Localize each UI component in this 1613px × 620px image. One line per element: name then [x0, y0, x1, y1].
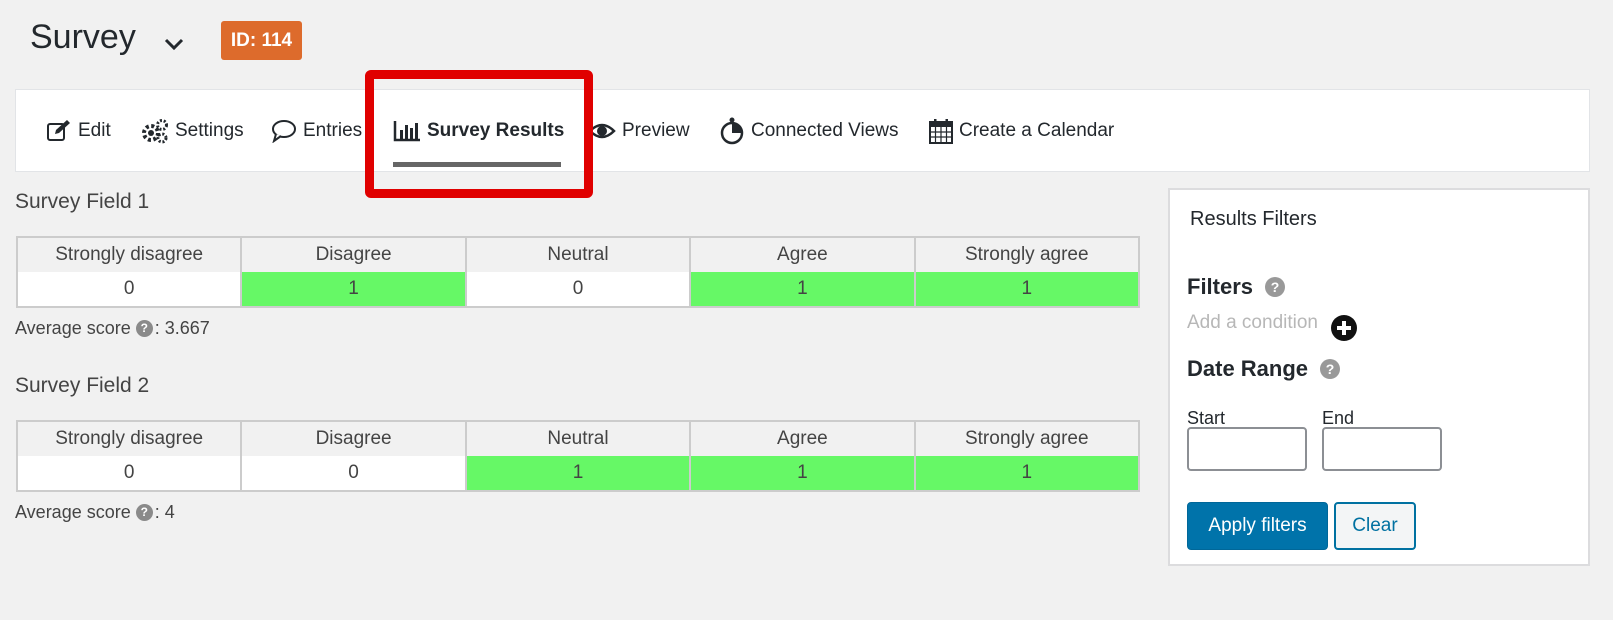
survey-field-2-title: Survey Field 2	[15, 374, 150, 397]
results-filters-panel: Results Filters Filters ? Add a conditio…	[1168, 188, 1590, 566]
tab-connected-views-label: Connected Views	[751, 119, 899, 141]
add-condition-label: Add a condition	[1187, 312, 1318, 333]
gears-icon	[142, 118, 168, 143]
count-cell: 1	[689, 456, 916, 492]
tab-connected-views[interactable]: Connected Views	[719, 90, 899, 171]
column-header: Disagree	[240, 236, 467, 272]
question-icon[interactable]: ?	[135, 320, 153, 337]
end-label: End	[1322, 408, 1355, 428]
question-icon[interactable]: ?	[135, 504, 153, 521]
tab-create-calendar-label: Create a Calendar	[959, 119, 1115, 141]
column-header: Disagree	[240, 420, 467, 456]
survey-field-1-table: Strongly disagree Disagree Neutral Agree…	[15, 236, 1141, 308]
count-cell: 1	[464, 456, 692, 492]
results-filters-title: Results Filters	[1190, 208, 1317, 230]
count-cell: 1	[689, 272, 916, 308]
chevron-down-icon[interactable]	[160, 30, 188, 58]
tab-entries-label: Entries	[303, 119, 363, 141]
tab-settings-label: Settings	[175, 119, 244, 141]
comment-icon	[272, 119, 296, 143]
count-cell: 0	[464, 272, 692, 308]
column-header: Agree	[689, 420, 916, 456]
eye-icon	[588, 123, 616, 138]
count-cell: 0	[15, 456, 243, 492]
form-nav-bar: Edit Settings Entries Survey Results Pre…	[15, 89, 1590, 172]
survey-field-2-table: Strongly disagree Disagree Neutral Agree…	[15, 420, 1141, 492]
survey-field-1-title: Survey Field 1	[15, 190, 150, 213]
clear-button[interactable]: Clear	[1334, 502, 1416, 550]
filters-heading: Filters ?	[1187, 274, 1287, 300]
column-header: Strongly agree	[913, 236, 1141, 272]
calendar-icon	[929, 118, 953, 144]
start-date-input[interactable]	[1187, 427, 1307, 471]
tab-settings[interactable]: Settings	[141, 90, 244, 171]
count-cell: 1	[913, 456, 1141, 492]
average-score-label: Average score	[15, 502, 131, 522]
column-header: Strongly disagree	[15, 420, 243, 456]
active-tab-indicator	[393, 162, 561, 167]
count-cell: 1	[240, 272, 467, 308]
tab-preview[interactable]: Preview	[588, 90, 690, 171]
column-header: Strongly agree	[913, 420, 1141, 456]
average-score-value: : 3.667	[154, 318, 210, 338]
connected-views-icon	[720, 117, 744, 144]
tab-survey-results-label: Survey Results	[427, 119, 565, 141]
id-badge: ID: 114	[221, 21, 302, 60]
tab-preview-label: Preview	[622, 119, 690, 141]
add-condition-plus-icon[interactable]	[1331, 315, 1357, 341]
start-label: Start	[1187, 408, 1226, 428]
count-cell: 0	[15, 272, 243, 308]
page-title: Survey	[30, 18, 136, 56]
average-score-label: Average score	[15, 318, 131, 338]
tab-edit[interactable]: Edit	[46, 90, 111, 171]
filters-heading-label: Filters	[1187, 274, 1254, 299]
question-icon[interactable]: ?	[1265, 277, 1286, 297]
bar-chart-icon	[393, 120, 420, 141]
edit-icon	[47, 119, 70, 141]
date-range-heading: Date Range ?	[1187, 356, 1342, 382]
tab-edit-label: Edit	[78, 119, 111, 141]
column-header: Agree	[689, 236, 916, 272]
apply-filters-button[interactable]: Apply filters	[1187, 502, 1328, 550]
average-score-2: Average score ? : 4	[15, 502, 175, 523]
average-score-1: Average score ? : 3.667	[15, 318, 210, 339]
tab-create-calendar[interactable]: Create a Calendar	[929, 90, 1114, 171]
column-header: Neutral	[464, 420, 692, 456]
count-cell: 1	[913, 272, 1141, 308]
average-score-value: : 4	[154, 502, 175, 522]
count-cell: 0	[240, 456, 467, 492]
column-header: Neutral	[464, 236, 692, 272]
date-range-heading-label: Date Range	[1187, 356, 1309, 381]
tab-survey-results[interactable]: Survey Results	[393, 90, 564, 171]
column-header: Strongly disagree	[15, 236, 243, 272]
end-date-input[interactable]	[1322, 427, 1442, 471]
question-icon[interactable]: ?	[1320, 359, 1341, 379]
tab-entries[interactable]: Entries	[271, 90, 362, 171]
